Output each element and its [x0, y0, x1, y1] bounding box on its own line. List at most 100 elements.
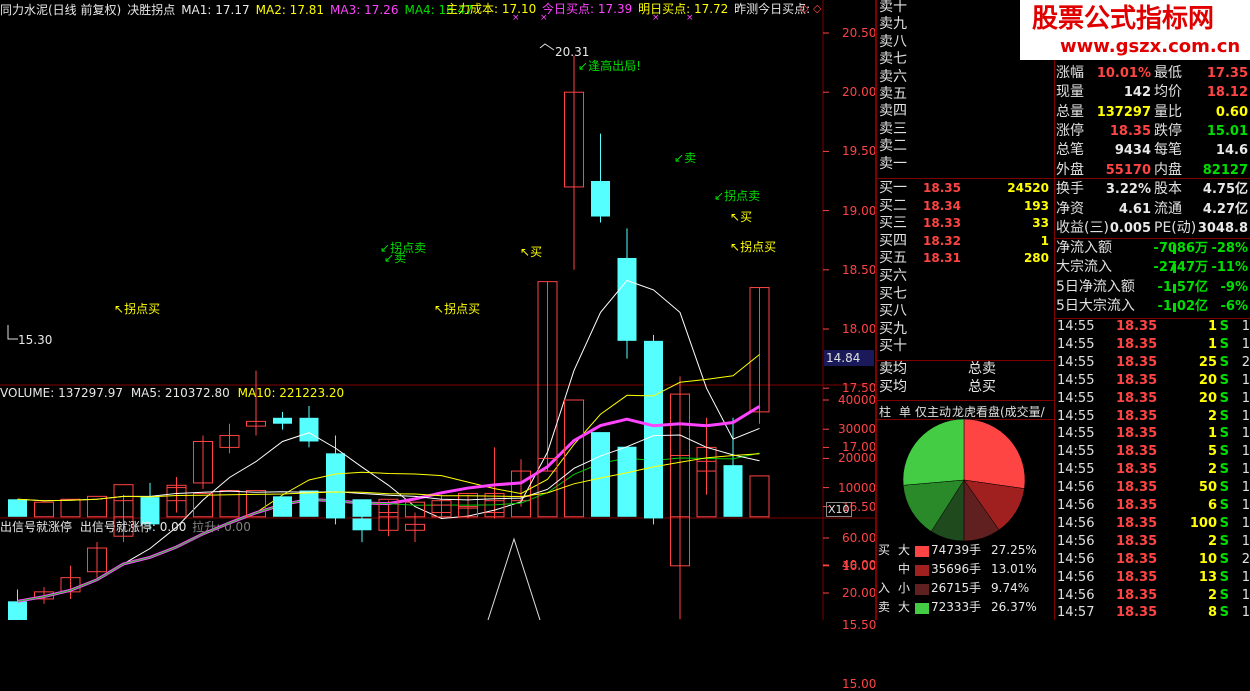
- sell-level-2[interactable]: 卖二: [877, 139, 1055, 156]
- orderbook-level-label: 卖四: [879, 103, 907, 120]
- netflow-row: 净流入额 -7086万 -28%: [1056, 240, 1250, 259]
- tick-row[interactable]: 14:56 18.35 100 S 1: [1056, 517, 1250, 535]
- tick-row[interactable]: 14:56 18.35 6 S 1: [1056, 499, 1250, 517]
- stat-label: 收益(三): [1056, 220, 1109, 236]
- tab-bar[interactable]: 柱: [879, 403, 891, 420]
- flow-volume: 74739手: [931, 543, 982, 557]
- stat-value: 15.01: [1206, 123, 1248, 139]
- tick-row[interactable]: 14:55 18.35 1 S 1: [1056, 427, 1250, 445]
- buy-avg-label: 买均: [879, 379, 907, 395]
- buy-level-8[interactable]: 买八: [877, 304, 1055, 321]
- sell-level-5[interactable]: 卖五: [877, 87, 1055, 104]
- tick-count: 1: [1241, 408, 1250, 424]
- buy-level-2[interactable]: 买二 18.34 193: [877, 199, 1055, 216]
- tick-row[interactable]: 14:56 18.35 2 S 1: [1056, 535, 1250, 553]
- stat-label: 总量: [1056, 103, 1084, 120]
- flow-swatch: [915, 584, 929, 595]
- tick-row[interactable]: 14:55 18.35 20 S 1: [1056, 392, 1250, 410]
- sell-level-1[interactable]: 卖一: [877, 157, 1055, 174]
- stat-row: 收益(三) 0.005 PE(动) 3048.8: [1056, 220, 1250, 239]
- tick-count: 1: [1241, 569, 1250, 585]
- tick-row[interactable]: 14:56 18.35 13 S 1: [1056, 571, 1250, 589]
- kline-chart-area[interactable]: 同力水泥(日线 前复权) 决胜拐点 MA1: 17.17 MA2: 17.81 MA3:…: [0, 0, 877, 690]
- stat-label: PE(动): [1154, 220, 1197, 236]
- tick-side: S: [1219, 515, 1229, 531]
- tick-side: S: [1219, 498, 1229, 513]
- buy-level-5[interactable]: 买五 18.31 280: [877, 251, 1055, 268]
- buy-level-7[interactable]: 买七: [877, 287, 1055, 304]
- tick-row[interactable]: 14:55 18.35 1 S 1: [1056, 338, 1250, 356]
- tick-count: 1: [1241, 605, 1250, 621]
- stat-row: 换手 3.22% 股本 4.75亿: [1056, 181, 1250, 200]
- sell-level-6[interactable]: 卖六: [877, 70, 1055, 87]
- volume-bar: [60, 498, 81, 518]
- more-icon[interactable]: ◇: [813, 3, 821, 14]
- tab-active-only[interactable]: 仅主动: [915, 403, 951, 420]
- orderbook-price: 18.33: [923, 216, 961, 231]
- orderbook-price: 18.32: [923, 233, 961, 248]
- view-tabs: 柱 单 仅主动 龙虎看盘(成交量/涉: [877, 400, 1055, 436]
- tick-row[interactable]: 14:55 18.35 2 S 1: [1056, 463, 1250, 481]
- tick-row[interactable]: 14:55 18.35 25 S 2: [1056, 356, 1250, 374]
- candle-body: [352, 518, 372, 531]
- flow-side: 买: [878, 543, 891, 557]
- orderbook-level-label: 买二: [879, 197, 907, 214]
- stat-label: 换手: [1056, 181, 1084, 197]
- tick-row[interactable]: 14:56 18.35 10 S 2: [1056, 553, 1250, 571]
- tick-volume: 2: [1207, 587, 1217, 603]
- current-price-marker: 14.84: [824, 350, 874, 366]
- tick-row[interactable]: 14:55 18.35 5 S 1: [1056, 445, 1250, 463]
- stat-label: 外盘: [1056, 161, 1084, 178]
- tick-price: 18.35: [1116, 569, 1158, 585]
- tick-row[interactable]: 14:56 18.35 50 S 1: [1056, 481, 1250, 499]
- volume-bar: [749, 475, 770, 518]
- tick-row[interactable]: 14:55 18.35 2 S 1: [1056, 410, 1250, 428]
- flow-swatch: [915, 546, 929, 557]
- orderbook-price: 18.31: [923, 251, 961, 266]
- cost-header: 主力成本: 17.10 今日买点: 17.39 明日买点: 17.72 昨测今日…: [446, 3, 810, 15]
- orderbook-volume: 33: [1032, 216, 1049, 231]
- stat-value: 4.61: [1118, 201, 1151, 217]
- tick-time: 14:55: [1057, 444, 1095, 460]
- lift-value: 拉升: 0.00: [192, 520, 251, 534]
- orderbook-level-label: 卖五: [879, 86, 907, 102]
- buy-level-1[interactable]: 买一 18.35 24520: [877, 181, 1055, 198]
- orderbook-price: 18.35: [923, 181, 961, 195]
- tab-single[interactable]: 单: [899, 403, 911, 420]
- tick-row[interactable]: 14:57 18.35 8 S 1: [1056, 606, 1250, 624]
- stat-label: 总笔: [1056, 142, 1084, 159]
- stat-value: 4.75亿: [1202, 182, 1248, 197]
- high-exit-note: ↙逢高出局!: [578, 59, 641, 73]
- tick-side: S: [1219, 569, 1229, 585]
- volume-unit: X10: [826, 502, 852, 517]
- stat-row: 总量 137297 量比 0.60: [1056, 104, 1250, 123]
- tick-side: S: [1219, 533, 1229, 549]
- volume-value: VOLUME: 137297.97: [0, 386, 123, 400]
- buy-level-9[interactable]: 买九: [877, 322, 1055, 339]
- tick-count: 1: [1241, 515, 1250, 531]
- signal-axis-label: 20.00: [842, 586, 877, 600]
- sell-level-3[interactable]: 卖三: [877, 122, 1055, 139]
- low-price-label: 15.30: [18, 333, 53, 347]
- tick-side: S: [1219, 354, 1229, 370]
- tick-price: 18.35: [1116, 533, 1158, 549]
- sell-level-4[interactable]: 卖四: [877, 104, 1055, 121]
- marker-x-3: ×: [652, 13, 660, 23]
- tick-volume: 2: [1207, 533, 1217, 549]
- netflow-value: -1.02亿: [1157, 298, 1208, 314]
- buy-level-4[interactable]: 买四 18.32 1: [877, 234, 1055, 251]
- orderbook-level-label: 卖二: [879, 138, 907, 155]
- tick-row[interactable]: 14:55 18.35 20 S 1: [1056, 374, 1250, 392]
- tick-price: 18.35: [1116, 372, 1158, 388]
- buy-level-3[interactable]: 买三 18.33 33: [877, 216, 1055, 233]
- netflow-percent: -28%: [1211, 241, 1248, 256]
- orderbook-level-label: 买十: [879, 338, 907, 355]
- flow-size: 中: [898, 562, 911, 576]
- tick-row[interactable]: 14:55 18.35 1 S 1: [1056, 320, 1250, 338]
- buy-level-6[interactable]: 买六: [877, 269, 1055, 286]
- tick-price: 18.35: [1116, 515, 1158, 531]
- yesterday-forecast: 昨测今日买点:: [734, 2, 811, 16]
- buy-level-10[interactable]: 买十: [877, 339, 1055, 356]
- logo-title: 股票公式指标网: [1032, 4, 1215, 34]
- tick-row[interactable]: 14:56 18.35 2 S 1: [1056, 589, 1250, 607]
